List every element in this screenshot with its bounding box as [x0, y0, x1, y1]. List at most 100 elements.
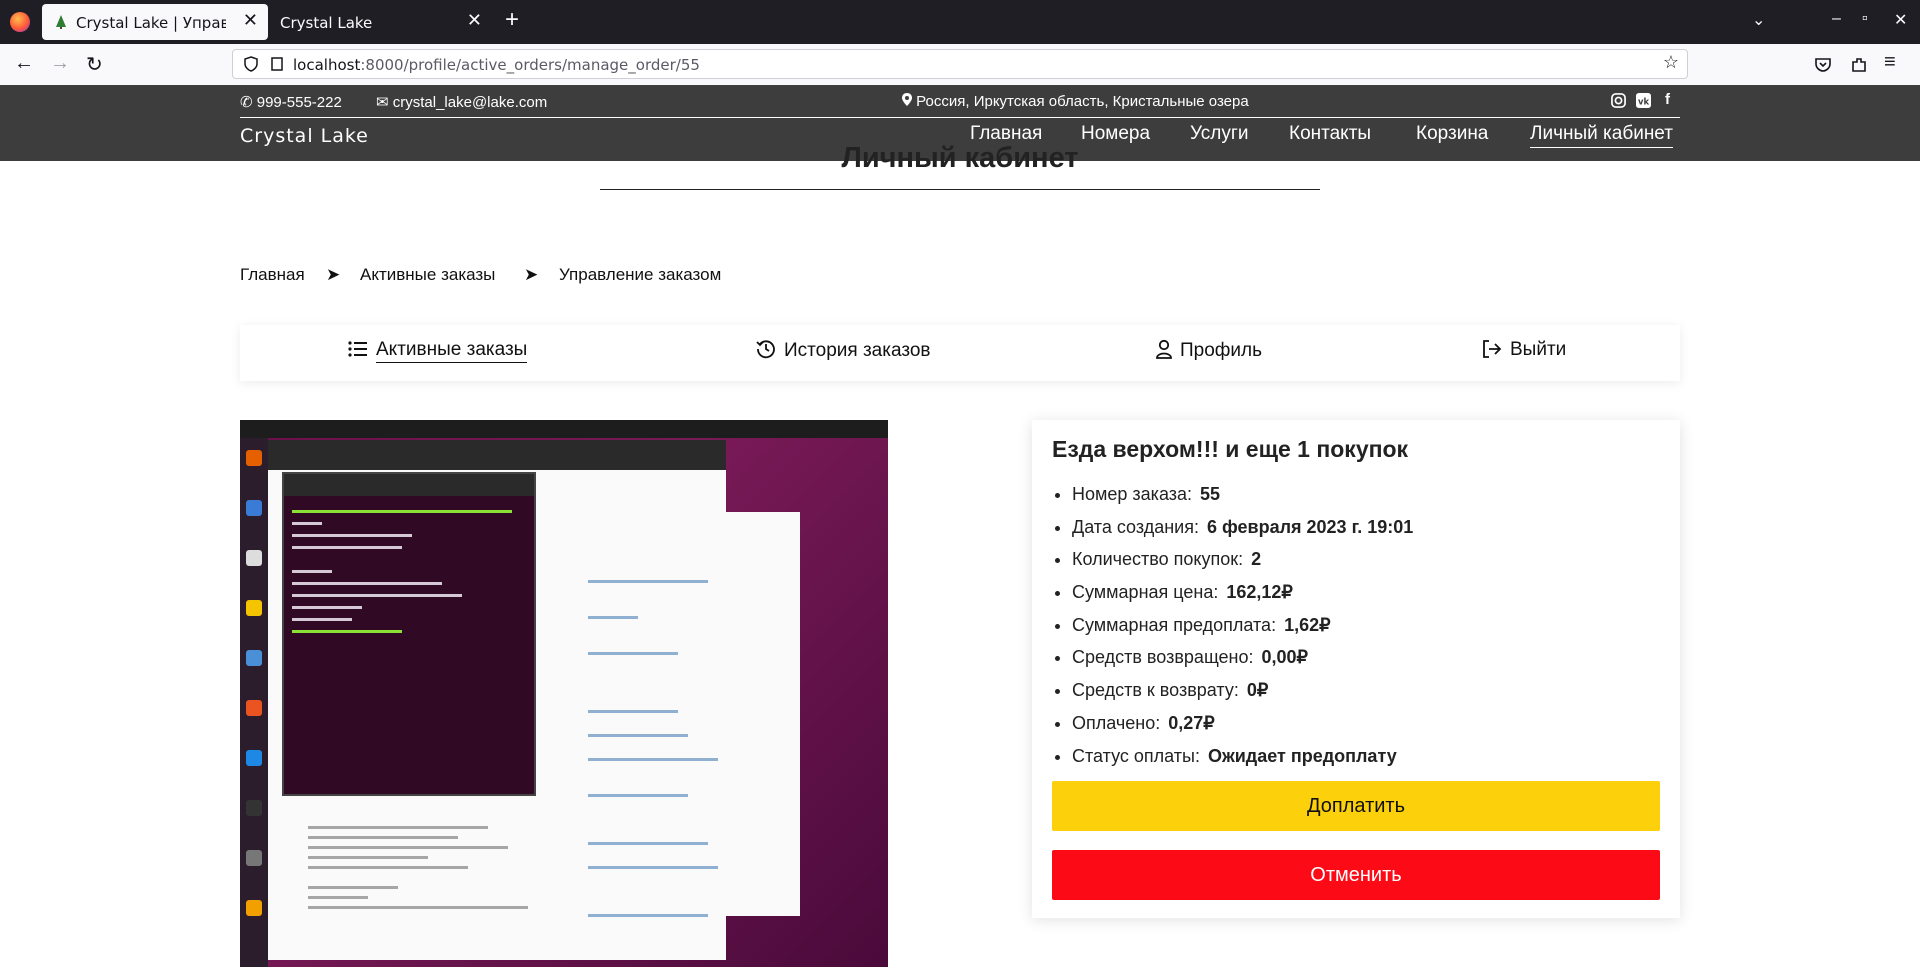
breadcrumb-separator-icon: ➤ [326, 265, 341, 284]
browser-tab[interactable]: Crystal Lake ✕ [270, 4, 492, 40]
page-title: Личный кабинет [841, 142, 1079, 174]
order-field: Количество покупок: 2 [1072, 543, 1413, 576]
address: Россия, Иркутская область, Кристальные о… [902, 93, 1249, 110]
tab-profile-label: Профиль [1180, 340, 1263, 361]
close-tab-icon[interactable]: ✕ [243, 10, 258, 31]
field-label: Статус оплаты: [1072, 745, 1200, 766]
order-field: Суммарная предоплата: 1,62₽ [1072, 609, 1413, 642]
phone-text: 999-555-222 [256, 94, 342, 111]
svg-text:vk: vk [1638, 96, 1649, 106]
email-text: crystal_lake@lake.com [392, 94, 548, 111]
history-icon [756, 340, 775, 359]
order-title: Езда верхом!!! и еще 1 покупок [1052, 436, 1409, 462]
browser-tab-title: Crystal Lake | Управление [76, 14, 226, 32]
order-field: Дата создания: 6 февраля 2023 г. 19:01 [1072, 511, 1413, 544]
hamburger-menu-icon[interactable]: ≡ [1884, 51, 1896, 74]
firefox-menu-icon[interactable] [10, 12, 30, 32]
tab-order-history[interactable]: История заказов [756, 339, 930, 362]
list-tabs-icon[interactable]: ⌄ [1752, 10, 1765, 30]
breadcrumb-current: Управление заказом [559, 265, 722, 284]
url-text: localhost:8000/profile/active_orders/man… [293, 56, 700, 74]
instagram-icon[interactable] [1611, 93, 1626, 108]
phone-contact[interactable]: ✆ 999-555-222 [240, 93, 342, 111]
breadcrumb-separator-icon: ➤ [524, 265, 539, 284]
order-field: Суммарная цена: 162,12₽ [1072, 576, 1413, 609]
field-label: Количество покупок: [1072, 549, 1244, 570]
map-pin-icon [902, 93, 912, 106]
tab-active-orders[interactable]: Активные заказы [348, 339, 528, 363]
field-label: Дата создания: [1072, 516, 1199, 537]
email-contact[interactable]: ✉ crystal_lake@lake.com [376, 93, 547, 111]
order-field: Статус оплаты: Ожидает предоплату [1072, 740, 1413, 773]
field-label: Средств возвращено: [1072, 647, 1254, 668]
title-underline [600, 189, 1320, 190]
url-path: :8000/profile/active_orders/manage_order… [360, 56, 700, 74]
order-field: Средств к возврату: 0₽ [1072, 674, 1413, 707]
field-label: Суммарная цена: [1072, 582, 1219, 603]
url-host: localhost [293, 56, 361, 74]
user-icon [1156, 339, 1172, 359]
order-field: Номер заказа: 55 [1072, 478, 1413, 511]
forward-icon[interactable]: → [50, 52, 70, 75]
field-value: 162,12₽ [1226, 582, 1293, 603]
breadcrumb-home[interactable]: Главная [240, 265, 305, 285]
minimize-icon[interactable]: – [1832, 10, 1841, 28]
field-value: 0,27₽ [1168, 712, 1215, 733]
logout-icon [1483, 340, 1502, 358]
image-terminal [282, 472, 536, 796]
product-image [240, 420, 888, 967]
tab-active-orders-label: Активные заказы [376, 339, 528, 363]
reload-icon[interactable]: ↻ [86, 52, 103, 77]
browser-tab-bar: Crystal Lake | Управление ✕ Crystal Lake… [0, 0, 1920, 44]
pocket-icon[interactable] [1814, 56, 1832, 74]
address-text: Россия, Иркутская область, Кристальные о… [916, 93, 1249, 110]
vk-icon[interactable]: vk [1636, 93, 1651, 108]
field-value: 2 [1251, 549, 1262, 570]
header-divider [240, 117, 1680, 118]
browser-nav-bar: ← → ↻ localhost:8000/profile/active_orde… [0, 44, 1920, 86]
field-value: 1,62₽ [1284, 614, 1331, 635]
order-field: Средств возвращено: 0,00₽ [1072, 641, 1413, 674]
field-value: Ожидает предоплату [1207, 745, 1397, 766]
tree-favicon-icon [56, 15, 66, 29]
image-second-window [726, 512, 800, 916]
profile-tabs: Активные заказы История заказов Профиль … [240, 325, 1680, 381]
tab-logout-label: Выйти [1510, 339, 1567, 360]
field-value: 0,00₽ [1261, 647, 1309, 668]
close-tab-icon[interactable]: ✕ [467, 10, 482, 31]
new-tab-icon[interactable]: + [505, 6, 519, 34]
image-dock [240, 438, 268, 967]
tab-order-history-label: История заказов [784, 340, 931, 361]
field-label: Оплачено: [1072, 712, 1161, 733]
field-label: Номер заказа: [1072, 484, 1193, 504]
envelope-icon: ✉ [376, 94, 389, 111]
url-bar[interactable]: localhost:8000/profile/active_orders/man… [232, 49, 1688, 79]
field-label: Средств к возврату: [1072, 680, 1239, 701]
facebook-icon[interactable]: f [1665, 91, 1670, 108]
order-field: Оплачено: 0,27₽ [1072, 707, 1413, 740]
order-card: Езда верхом!!! и еще 1 покупок Номер зак… [1032, 420, 1680, 918]
field-value: 55 [1200, 484, 1221, 504]
tab-logout[interactable]: Выйти [1482, 339, 1566, 361]
field-value: 0₽ [1246, 680, 1269, 701]
field-label: Суммарная предоплата: [1072, 614, 1277, 635]
browser-tab-title: Crystal Lake [280, 14, 373, 32]
browser-tab-active[interactable]: Crystal Lake | Управление ✕ [42, 4, 268, 40]
shield-icon[interactable] [243, 56, 259, 72]
field-value: 6 февраля 2023 г. 19:01 [1206, 516, 1414, 537]
pay-button[interactable]: Доплатить [1052, 781, 1660, 831]
maximize-icon[interactable]: ▫ [1862, 10, 1868, 28]
page-info-icon[interactable] [269, 56, 285, 72]
breadcrumb-active-orders[interactable]: Активные заказы [360, 265, 495, 285]
back-icon[interactable]: ← [14, 52, 34, 75]
phone-icon: ✆ [240, 94, 253, 111]
order-details: Номер заказа: 55 Дата создания: 6 февраля … [1052, 478, 1413, 772]
close-window-icon[interactable]: ✕ [1894, 10, 1907, 30]
bookmark-star-icon[interactable]: ☆ [1663, 52, 1679, 73]
contact-bar: ✆ 999-555-222 ✉ crystal_lake@lake.com Ро… [240, 85, 1680, 117]
cancel-order-button[interactable]: Отменить [1052, 850, 1660, 900]
list-icon [348, 341, 367, 357]
tab-profile[interactable]: Профиль [1156, 339, 1262, 362]
extensions-icon[interactable] [1850, 56, 1868, 74]
image-topbar [240, 420, 888, 438]
